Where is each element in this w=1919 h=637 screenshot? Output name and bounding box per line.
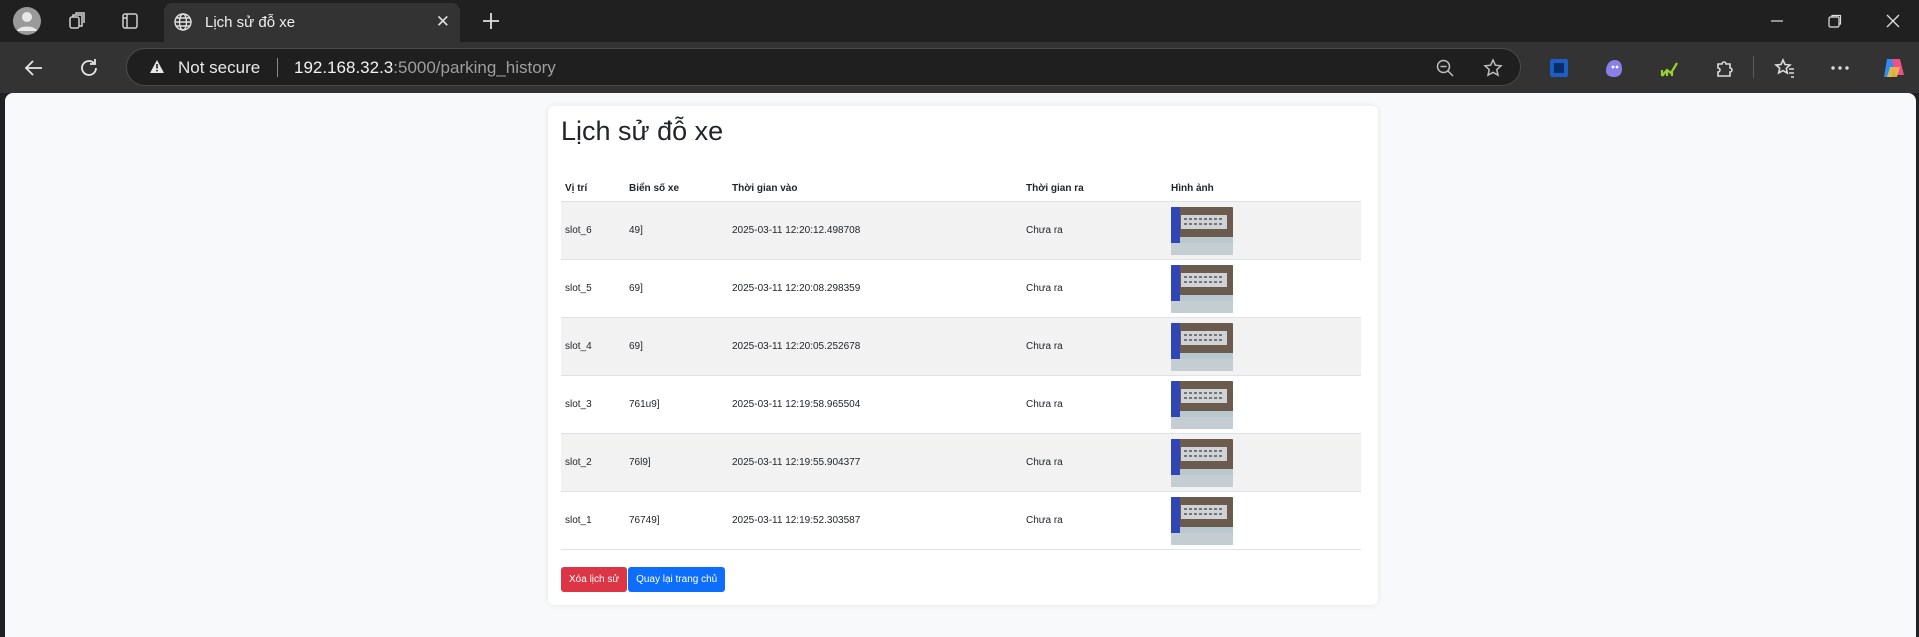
clear-history-button[interactable]: Xóa lịch sử xyxy=(561,567,628,592)
address-bar[interactable]: Not secure 192.168.32.3:5000/parking_his… xyxy=(126,48,1521,86)
avatar-icon[interactable] xyxy=(12,6,42,36)
cell-time-out: Chưa ra xyxy=(1022,259,1167,318)
cell-plate: 76749] xyxy=(625,491,728,550)
copilot-icon[interactable] xyxy=(1878,52,1910,84)
parking-history-table: Vị trí Biển số xe Thời gian vào Thời gia… xyxy=(561,176,1361,550)
header-time-out: Thời gian ra xyxy=(1022,176,1167,202)
active-tab[interactable]: Lịch sử đỗ xe ✕ xyxy=(164,3,460,42)
plate-thumbnail[interactable] xyxy=(1171,380,1233,429)
table-row: slot_4 69] 2025-03-11 12:20:05.252678 Ch… xyxy=(561,317,1361,376)
star-icon[interactable] xyxy=(1480,55,1506,81)
action-buttons: Xóa lịch sử Quay lại trang chủ xyxy=(561,567,726,592)
toolbar-separator xyxy=(1753,56,1754,78)
cell-slot: slot_4 xyxy=(561,317,625,376)
warning-icon[interactable] xyxy=(149,59,165,79)
table-row: slot_6 49] 2025-03-11 12:20:12.498708 Ch… xyxy=(561,201,1361,260)
page-viewport: Lịch sử đỗ xe Vị trí Biển số xe Thời gia… xyxy=(5,93,1916,637)
cell-image xyxy=(1167,433,1361,492)
globe-icon xyxy=(173,12,193,37)
cell-time-out: Chưa ra xyxy=(1022,317,1167,376)
cell-time-in: 2025-03-11 12:20:08.298359 xyxy=(728,259,1022,318)
extension-ghost-icon[interactable] xyxy=(1598,52,1630,84)
cell-time-out: Chưa ra xyxy=(1022,433,1167,492)
table-header-row: Vị trí Biển số xe Thời gian vào Thời gia… xyxy=(561,176,1361,202)
cell-plate: 49] xyxy=(625,201,728,260)
history-card: Lịch sử đỗ xe Vị trí Biển số xe Thời gia… xyxy=(548,106,1378,605)
minimize-icon[interactable] xyxy=(1748,0,1806,42)
header-plate: Biển số xe xyxy=(625,176,728,202)
url-path: :5000/parking_history xyxy=(393,58,556,77)
plate-thumbnail[interactable] xyxy=(1171,322,1233,371)
favorites-icon[interactable] xyxy=(1769,52,1801,84)
back-home-button[interactable]: Quay lại trang chủ xyxy=(628,567,726,592)
cell-time-in: 2025-03-11 12:19:58.965504 xyxy=(728,375,1022,434)
plus-icon[interactable] xyxy=(476,6,506,36)
cell-plate: 69] xyxy=(625,259,728,318)
security-label[interactable]: Not secure xyxy=(178,58,260,78)
page-title: Lịch sử đỗ xe xyxy=(561,116,724,146)
header-position: Vị trí xyxy=(561,176,625,202)
cell-time-out: Chưa ra xyxy=(1022,375,1167,434)
cell-time-out: Chưa ra xyxy=(1022,491,1167,550)
plate-thumbnail[interactable] xyxy=(1171,206,1233,255)
cell-plate: 761u9] xyxy=(625,375,728,434)
tab-title: Lịch sử đỗ xe xyxy=(205,14,296,31)
cell-time-in: 2025-03-11 12:20:05.252678 xyxy=(728,317,1022,376)
url-host: 192.168.32.3 xyxy=(294,58,394,77)
workspaces-icon[interactable] xyxy=(62,6,92,36)
restore-icon[interactable] xyxy=(1806,0,1864,42)
cell-image xyxy=(1167,491,1361,550)
cell-image xyxy=(1167,317,1361,376)
plate-thumbnail[interactable] xyxy=(1171,264,1233,313)
table-row: slot_1 76749] 2025-03-11 12:19:52.303587… xyxy=(561,491,1361,550)
cell-plate: 69] xyxy=(625,317,728,376)
close-icon[interactable]: ✕ xyxy=(436,12,450,32)
cell-slot: slot_1 xyxy=(561,491,625,550)
cell-image xyxy=(1167,375,1361,434)
close-window-icon[interactable] xyxy=(1864,0,1919,42)
puzzle-icon[interactable] xyxy=(1708,52,1740,84)
tab-bar: Lịch sử đỗ xe ✕ xyxy=(0,0,1919,42)
cell-image xyxy=(1167,201,1361,260)
cell-image xyxy=(1167,259,1361,318)
url-text[interactable]: 192.168.32.3:5000/parking_history xyxy=(294,58,556,78)
cell-time-out: Chưa ra xyxy=(1022,201,1167,260)
plate-thumbnail[interactable] xyxy=(1171,496,1233,545)
address-separator xyxy=(277,58,278,77)
extension-blue-icon[interactable] xyxy=(1543,52,1575,84)
back-arrow-icon[interactable] xyxy=(16,50,52,86)
zoom-out-icon[interactable] xyxy=(1432,55,1458,81)
table-row: slot_3 761u9] 2025-03-11 12:19:58.965504… xyxy=(561,375,1361,434)
table-row: slot_2 76l9] 2025-03-11 12:19:55.904377 … xyxy=(561,433,1361,492)
refresh-icon[interactable] xyxy=(71,50,107,86)
cell-slot: slot_5 xyxy=(561,259,625,318)
table-row: slot_5 69] 2025-03-11 12:20:08.298359 Ch… xyxy=(561,259,1361,318)
header-image: Hình ảnh xyxy=(1167,176,1361,202)
header-time-in: Thời gian vào xyxy=(728,176,1022,202)
tab-actions-icon[interactable] xyxy=(115,6,145,36)
extension-chart-icon[interactable] xyxy=(1653,52,1685,84)
cell-time-in: 2025-03-11 12:19:55.904377 xyxy=(728,433,1022,492)
cell-time-in: 2025-03-11 12:20:12.498708 xyxy=(728,201,1022,260)
cell-slot: slot_6 xyxy=(561,201,625,260)
browser-toolbar: Not secure 192.168.32.3:5000/parking_his… xyxy=(0,42,1919,93)
cell-time-in: 2025-03-11 12:19:52.303587 xyxy=(728,491,1022,550)
cell-plate: 76l9] xyxy=(625,433,728,492)
cell-slot: slot_3 xyxy=(561,375,625,434)
more-icon[interactable] xyxy=(1824,52,1856,84)
plate-thumbnail[interactable] xyxy=(1171,438,1233,487)
cell-slot: slot_2 xyxy=(561,433,625,492)
